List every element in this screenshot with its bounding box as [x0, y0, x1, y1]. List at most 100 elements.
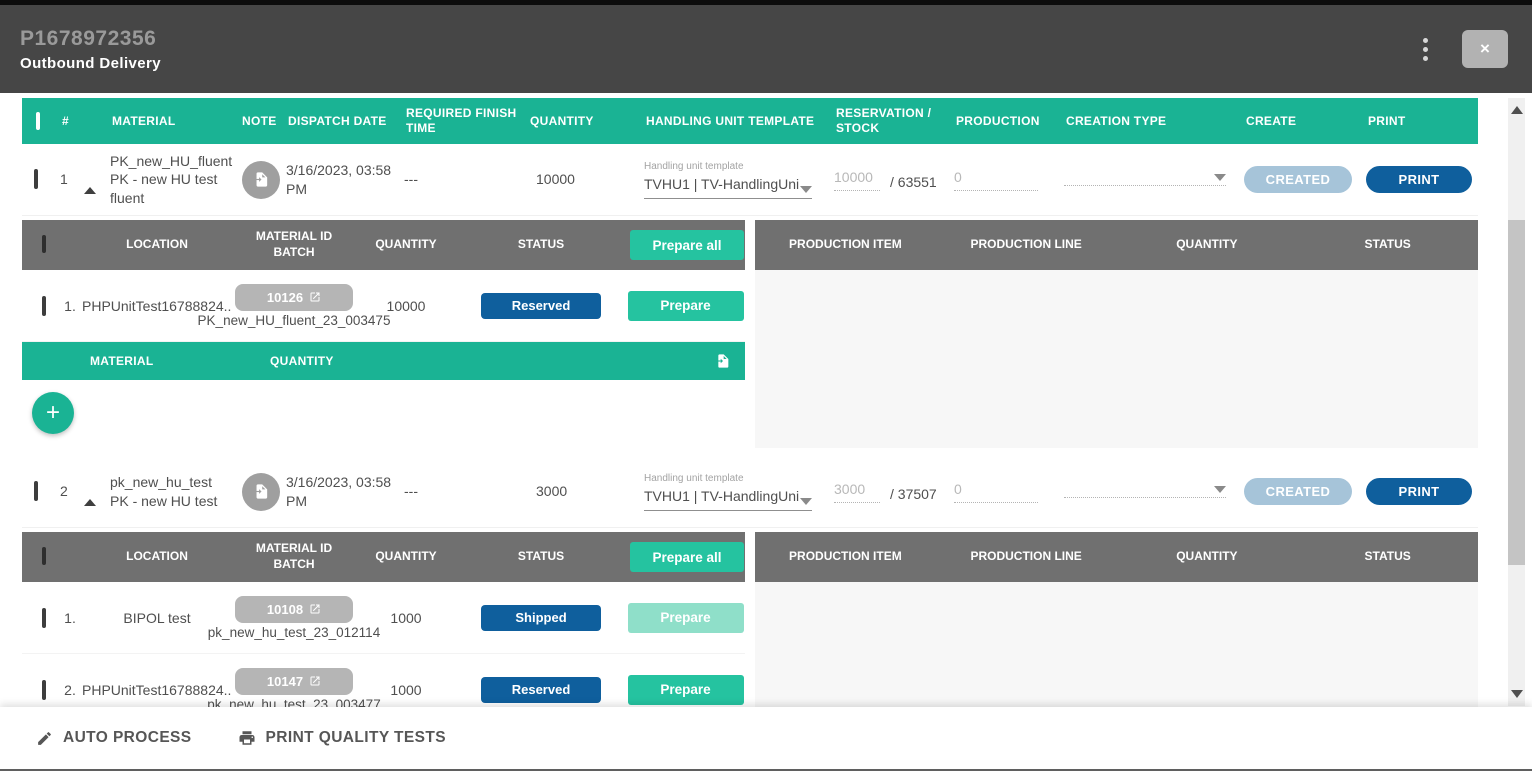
col-production-status: STATUS: [1297, 545, 1478, 569]
chevron-down-icon: [1214, 486, 1226, 493]
row1-creation-type-select[interactable]: [1064, 174, 1226, 186]
col-production-item: PRODUCTION ITEM: [755, 233, 936, 257]
printer-icon: [238, 729, 256, 747]
col-materials-material: MATERIAL: [90, 354, 270, 368]
prepare-all-button[interactable]: Prepare all: [630, 542, 744, 572]
row2-reserved-input[interactable]: 3000: [834, 480, 880, 503]
production-table-header: PRODUCTION ITEM PRODUCTION LINE QUANTITY…: [755, 220, 1478, 270]
col-stock-status: STATUS: [456, 233, 626, 257]
row2-production-input[interactable]: 0: [954, 480, 1038, 503]
row2-required-finish-time: ---: [400, 478, 524, 504]
stock-row-quantity: 1000: [356, 610, 456, 626]
prepare-button[interactable]: Prepare: [628, 291, 744, 321]
row1-note-button[interactable]: [242, 161, 280, 199]
stock-row-location: PHPUnitTest16788824...: [82, 682, 232, 698]
materials-table-header: MATERIAL QUANTITY: [22, 342, 745, 380]
stock-select-all-checkbox[interactable]: [42, 547, 46, 565]
kebab-menu-icon[interactable]: [1419, 34, 1432, 65]
col-material-id-batch: MATERIAL ID BATCH: [232, 537, 356, 576]
row2-material-name: PK - new HU test: [110, 492, 232, 510]
stock-row-number: 1.: [58, 610, 82, 626]
col-note: NOTE: [236, 109, 282, 134]
external-link-icon: [309, 675, 321, 687]
row1-checkbox[interactable]: [34, 169, 38, 189]
print-quality-tests-button[interactable]: PRINT QUALITY TESTS: [238, 729, 446, 747]
page-subtitle: Outbound Delivery: [20, 55, 161, 72]
row1-reserved-input[interactable]: 10000: [834, 168, 880, 191]
close-button[interactable]: ×: [1462, 30, 1508, 68]
vertical-scrollbar[interactable]: [1508, 98, 1525, 706]
row2-hu-template-select[interactable]: TVHU1 | TV-HandlingUni...: [644, 487, 812, 511]
row2-material-code: pk_new_hu_test: [110, 473, 232, 491]
assign-material-icon[interactable]: [715, 353, 731, 369]
row1-hu-template-select[interactable]: TVHU1 | TV-HandlingUni...: [644, 175, 812, 199]
chevron-down-icon: [1214, 174, 1226, 181]
row1-required-finish-time: ---: [400, 166, 524, 192]
prepare-all-button[interactable]: Prepare all: [630, 230, 744, 260]
row1-quantity: 10000: [524, 166, 640, 192]
prepare-button-disabled[interactable]: Prepare: [628, 603, 744, 633]
stock-row-checkbox[interactable]: [42, 680, 46, 700]
row1-dispatch-date: 3/16/2023, 03:58 PM: [282, 157, 400, 201]
row2-collapse-icon[interactable]: [84, 483, 96, 506]
col-material: MATERIAL: [106, 109, 236, 134]
row1-hu-template-label: Handling unit template: [644, 160, 826, 173]
col-stock-quantity: QUANTITY: [356, 233, 456, 257]
stock-row-checkbox[interactable]: [42, 296, 46, 316]
material-id-badge[interactable]: 10147: [235, 668, 353, 695]
col-material-id-batch: MATERIAL ID BATCH: [232, 225, 356, 264]
material-id-badge[interactable]: 10108: [235, 596, 353, 623]
col-production: PRODUCTION: [950, 109, 1060, 134]
select-all-checkbox[interactable]: [36, 112, 40, 130]
row2-material: pk_new_hu_test PK - new HU test: [106, 469, 236, 513]
col-dispatch-date: DISPATCH DATE: [282, 109, 400, 134]
row1-material: PK_new_HU_fluent PK - new HU test fluent: [106, 148, 236, 211]
col-location: LOCATION: [82, 233, 232, 257]
stock-row-checkbox[interactable]: [42, 608, 46, 628]
row1-production-panel: PRODUCTION ITEM PRODUCTION LINE QUANTITY…: [755, 220, 1478, 448]
row1-number: 1: [56, 166, 80, 192]
col-reservation-stock: RESERVATION / STOCK: [830, 101, 950, 141]
materials-table-body: +: [22, 380, 745, 448]
row2-dispatch-date: 3/16/2023, 03:58 PM: [282, 469, 400, 513]
stock-row: 2. PHPUnitTest16788824... 10147 pk_new_h…: [22, 654, 745, 714]
status-badge: Reserved: [481, 677, 601, 703]
stock-select-all-checkbox[interactable]: [42, 235, 46, 253]
col-create: CREATE: [1240, 109, 1362, 134]
row2-production-panel: PRODUCTION ITEM PRODUCTION LINE QUANTITY…: [755, 532, 1478, 714]
outbound-delivery-dialog: P1678972356 Outbound Delivery × # MATERI…: [0, 0, 1532, 771]
auto-process-button[interactable]: AUTO PROCESS: [36, 729, 192, 747]
prepare-button[interactable]: Prepare: [628, 675, 744, 705]
row2-checkbox[interactable]: [34, 481, 38, 501]
row1-production-input[interactable]: 0: [954, 168, 1038, 191]
row1-detail-panels: LOCATION MATERIAL ID BATCH QUANTITY STAT…: [22, 220, 1478, 448]
external-link-icon: [309, 291, 321, 303]
col-num: #: [56, 109, 80, 134]
scroll-down-icon[interactable]: [1511, 690, 1523, 698]
row2-created-button[interactable]: CREATED: [1244, 478, 1352, 505]
titlebar-actions: ×: [1419, 30, 1508, 68]
col-production-item: PRODUCTION ITEM: [755, 545, 936, 569]
col-stock-quantity: QUANTITY: [356, 545, 456, 569]
delivery-row-2: 2 pk_new_hu_test PK - new HU test 3/16/2…: [22, 456, 1478, 528]
scroll-up-icon[interactable]: [1511, 106, 1523, 114]
add-material-button[interactable]: +: [32, 392, 74, 434]
status-badge: Shipped: [481, 605, 601, 631]
stock-row-quantity: 1000: [356, 682, 456, 698]
chevron-down-icon: [800, 186, 812, 193]
col-required-finish-time: REQUIRED FINISH TIME: [400, 101, 524, 141]
row2-number: 2: [56, 478, 80, 504]
row1-created-button[interactable]: CREATED: [1244, 166, 1352, 193]
col-hu-template: HANDLING UNIT TEMPLATE: [640, 109, 830, 134]
col-production-line: PRODUCTION LINE: [936, 233, 1117, 257]
production-table-body: [755, 270, 1478, 448]
row2-creation-type-select[interactable]: [1064, 486, 1226, 498]
row2-note-button[interactable]: [242, 473, 280, 511]
row1-print-button[interactable]: PRINT: [1366, 166, 1472, 193]
scrollbar-thumb[interactable]: [1508, 220, 1525, 565]
stock-row-quantity: 10000: [356, 298, 456, 314]
material-id-badge[interactable]: 10126: [235, 284, 353, 311]
row2-print-button[interactable]: PRINT: [1366, 478, 1472, 505]
row1-collapse-icon[interactable]: [84, 171, 96, 194]
row1-stock-total: / 63551: [890, 173, 937, 191]
